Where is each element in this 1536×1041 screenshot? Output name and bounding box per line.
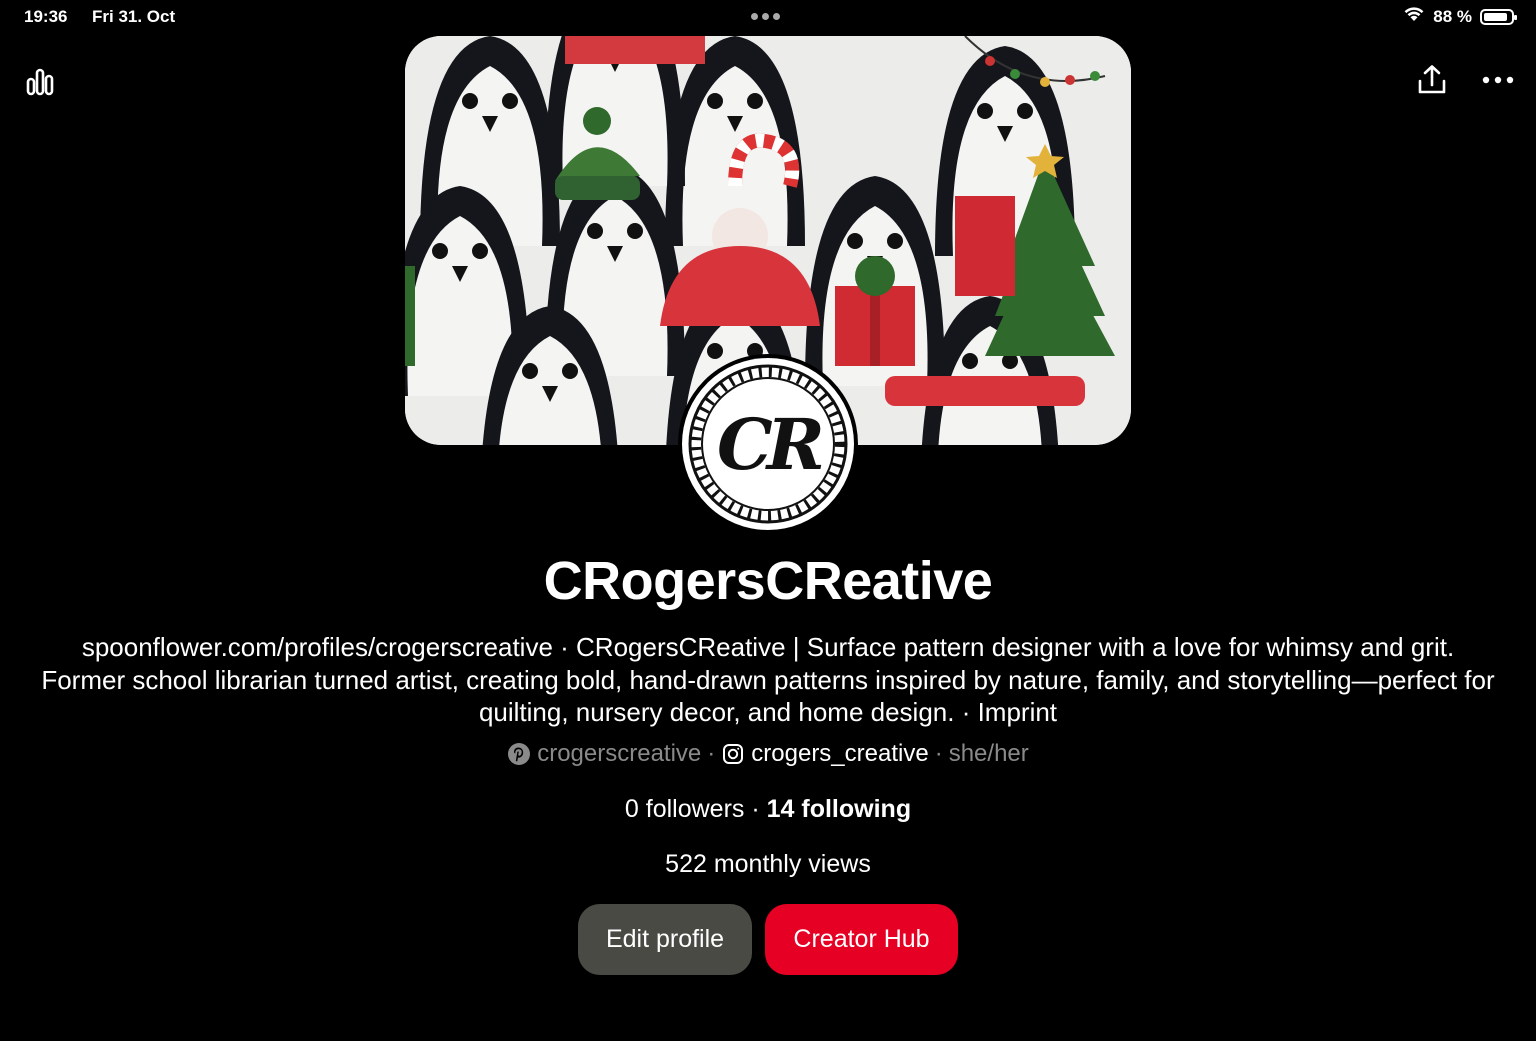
wifi-icon [1403, 6, 1425, 27]
battery-icon [1480, 8, 1517, 25]
profile-avatar[interactable]: CR [678, 354, 858, 534]
pinterest-icon [507, 742, 531, 766]
profile-screen: 19:36 Fri 31. Oct 88 % CR CRogersCReativ… [0, 0, 1536, 1041]
instagram-handle[interactable]: crogers_creative [751, 740, 928, 768]
edit-profile-button[interactable]: Edit profile [578, 904, 752, 975]
monthly-views: 522 monthly views [665, 850, 871, 878]
creator-hub-button[interactable]: Creator Hub [765, 904, 958, 975]
profile-name: CRogersCReative [543, 551, 993, 611]
more-options-icon[interactable] [1476, 58, 1520, 102]
avatar-badge: CR [682, 358, 854, 530]
separator-dot: · [707, 740, 716, 767]
battery-fill [1484, 12, 1507, 21]
pinterest-handle[interactable]: crogerscreative [537, 740, 701, 768]
separator-dot: · [751, 795, 760, 823]
status-bar: 19:36 Fri 31. Oct 88 % [0, 0, 1536, 34]
profile-bio[interactable]: spoonflower.com/profiles/crogerscreative… [40, 631, 1496, 729]
status-date: Fri 31. Oct [92, 7, 176, 26]
following-count[interactable]: 14 following [767, 795, 911, 823]
separator-dot: · [934, 740, 943, 767]
status-indicators: 88 % [1403, 6, 1517, 27]
avatar-initials: CR [717, 402, 825, 486]
share-icon[interactable] [1410, 58, 1454, 102]
battery-percentage: 88 % [1433, 6, 1472, 26]
status-time: 19:36 [24, 7, 68, 26]
instagram-icon [721, 742, 745, 766]
analytics-icon[interactable] [18, 60, 62, 104]
social-handles: crogerscreative · crogers_creative · she… [0, 740, 1536, 768]
follow-stats: 0 followers · 14 following [0, 795, 1536, 824]
pronouns: she/her [948, 740, 1029, 767]
followers-count[interactable]: 0 followers [625, 795, 745, 823]
multitasking-dots-icon[interactable] [751, 13, 780, 20]
